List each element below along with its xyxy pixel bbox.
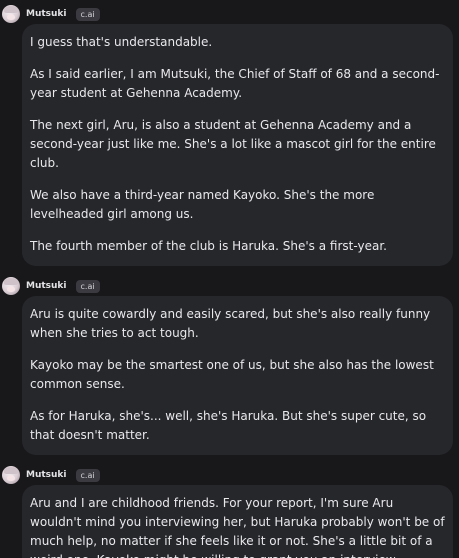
sender-name[interactable]: Mutsuki bbox=[26, 470, 67, 480]
message-paragraph: The fourth member of the club is Haruka.… bbox=[30, 239, 387, 253]
message-bubble: I guess that's understandable. As I said… bbox=[22, 24, 453, 266]
sender-name[interactable]: Mutsuki bbox=[26, 9, 67, 19]
message-paragraph: As for Haruka, she's... well, she's Haru… bbox=[30, 409, 427, 442]
message-paragraph: We also have a third-year named Kayoko. … bbox=[30, 188, 375, 221]
message-paragraph: As I said earlier, I am Mutsuki, the Chi… bbox=[30, 67, 440, 100]
ai-badge: c.ai bbox=[75, 468, 100, 482]
message-paragraph: The next girl, Aru, is also a student at… bbox=[30, 118, 436, 170]
chat-message: Mutsuki c.ai Aru and I are childhood fri… bbox=[0, 465, 459, 558]
message-paragraph: I guess that's understandable. bbox=[30, 35, 213, 49]
ai-badge: c.ai bbox=[75, 279, 100, 293]
message-header: Mutsuki c.ai bbox=[0, 4, 459, 24]
message-header: Mutsuki c.ai bbox=[0, 465, 459, 485]
chat-message: Mutsuki c.ai I guess that's understandab… bbox=[0, 4, 459, 266]
message-bubble: Aru is quite cowardly and easily scared,… bbox=[22, 296, 453, 455]
avatar[interactable] bbox=[2, 5, 20, 23]
avatar[interactable] bbox=[2, 466, 20, 484]
message-header: Mutsuki c.ai bbox=[0, 276, 459, 296]
message-paragraph: Kayoko may be the smartest one of us, bu… bbox=[30, 358, 434, 391]
message-paragraph: Aru is quite cowardly and easily scared,… bbox=[30, 307, 431, 340]
chat-message: Mutsuki c.ai Aru is quite cowardly and e… bbox=[0, 276, 459, 455]
ai-badge: c.ai bbox=[75, 7, 100, 21]
avatar[interactable] bbox=[2, 277, 20, 295]
message-bubble: Aru and I are childhood friends. For you… bbox=[22, 485, 453, 558]
chat-log: Mutsuki c.ai I guess that's understandab… bbox=[0, 0, 459, 558]
message-paragraph: Aru and I are childhood friends. For you… bbox=[30, 496, 445, 558]
sender-name[interactable]: Mutsuki bbox=[26, 281, 67, 291]
